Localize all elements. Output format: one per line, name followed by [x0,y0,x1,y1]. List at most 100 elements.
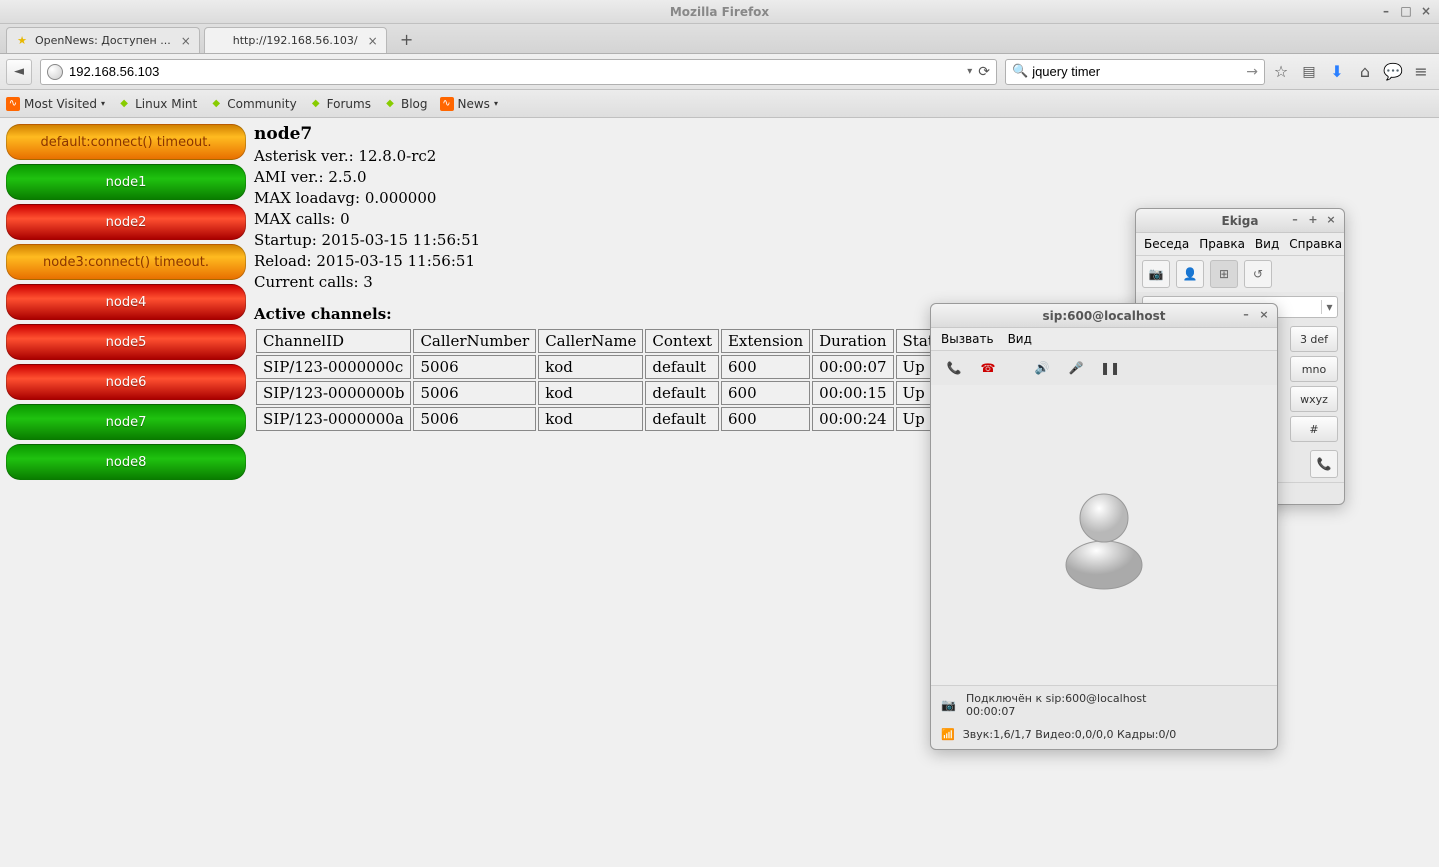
call-duration: 00:00:07 [966,705,1147,718]
info-line: AMI ver.: 2.5.0 [254,167,952,188]
tab-bar: ★ OpenNews: Доступен ... × http://192.16… [0,24,1439,54]
downloads-icon[interactable]: ⬇ [1325,60,1349,84]
star-icon: ★ [15,34,29,48]
node-button-1[interactable]: node1 [6,164,246,200]
window-title: Mozilla Firefox [670,5,769,19]
chat-icon[interactable]: 💬 [1381,60,1405,84]
bookmark-blog[interactable]: ◆ Blog [383,97,428,111]
table-cell: default [645,407,719,431]
search-bar[interactable]: 🔍 → [1005,59,1265,85]
history-icon[interactable]: ↺ [1244,260,1272,288]
new-tab-button[interactable]: + [395,27,419,51]
bookmark-forums[interactable]: ◆ Forums [309,97,371,111]
info-line: Startup: 2015-03-15 11:56:51 [254,230,952,251]
table-row: SIP/123-0000000c5006koddefault60000:00:0… [256,355,950,379]
avatar-icon [1054,480,1154,590]
node-button-7[interactable]: node7 [6,404,246,440]
menu-call[interactable]: Вызвать [941,332,994,346]
node-button-0[interactable]: default:connect() timeout. [6,124,246,160]
node-button-4[interactable]: node4 [6,284,246,320]
webcam-icon[interactable]: 📷 [1142,260,1170,288]
key-9[interactable]: wxyz [1290,386,1338,412]
table-row: SIP/123-0000000b5006koddefault60000:00:1… [256,381,950,405]
table-cell: kod [538,407,643,431]
key-6[interactable]: mno [1290,356,1338,382]
bookmark-news[interactable]: ∿ News ▾ [440,97,498,111]
url-bar[interactable]: ▾ ⟳ [40,59,997,85]
browser-tab-0[interactable]: ★ OpenNews: Доступен ... × [6,27,200,53]
dialpad-icon[interactable]: ⊞ [1210,260,1238,288]
call-toolbar: 📞 ☎ 🔊 🎤 ❚❚ [931,351,1277,385]
chevron-down-icon[interactable]: ▾ [1321,300,1337,314]
bookmarks-list-icon[interactable]: ▤ [1297,60,1321,84]
menu-view[interactable]: Вид [1255,237,1279,251]
ekiga-titlebar[interactable]: Ekiga – + × [1136,209,1344,233]
info-line: Current calls: 3 [254,272,952,293]
minimize-button[interactable]: – [1239,308,1253,322]
close-button[interactable]: × [1419,4,1433,18]
search-icon: 🔍 [1012,64,1028,79]
table-cell: default [645,381,719,405]
mic-icon[interactable]: 🎤 [1063,357,1089,379]
search-go-icon[interactable]: → [1246,64,1258,80]
table-cell: 00:00:07 [812,355,893,379]
node-info: node7 Asterisk ver.: 12.8.0-rc2AMI ver.:… [254,124,952,861]
ekiga-call-window[interactable]: sip:600@localhost – × Вызвать Вид 📞 ☎ 🔊 … [930,303,1278,750]
table-header: Extension [721,329,810,353]
key-3[interactable]: 3 def [1290,326,1338,352]
node-button-2[interactable]: node2 [6,204,246,240]
menu-chat[interactable]: Беседа [1144,237,1189,251]
bookmark-star-icon[interactable]: ☆ [1269,60,1293,84]
call-titlebar[interactable]: sip:600@localhost – × [931,304,1277,328]
maximize-button[interactable]: □ [1399,4,1413,18]
bookmark-community[interactable]: ◆ Community [209,97,296,111]
close-button[interactable]: × [1324,213,1338,227]
table-header: CallerNumber [413,329,536,353]
back-button[interactable]: ◄ [6,59,32,85]
node-button-3[interactable]: node3:connect() timeout. [6,244,246,280]
node-list: default:connect() timeout. node1 node2 node… [6,124,246,861]
nav-bar: ◄ ▾ ⟳ 🔍 → ☆ ▤ ⬇ ⌂ 💬 ≡ [0,54,1439,90]
call-button[interactable]: 📞 [1310,450,1338,478]
home-icon[interactable]: ⌂ [1353,60,1377,84]
bookmark-linux-mint[interactable]: ◆ Linux Mint [117,97,197,111]
hangup-icon[interactable]: ☎ [975,357,1001,379]
node-button-5[interactable]: node5 [6,324,246,360]
table-header: Context [645,329,719,353]
key-hash[interactable]: # [1290,416,1338,442]
browser-tab-1[interactable]: http://192.168.56.103/ × [204,27,387,53]
tab-close-icon[interactable]: × [179,34,193,48]
bookmark-most-visited[interactable]: ∿ Most Visited ▾ [6,97,105,111]
node-button-8[interactable]: node8 [6,444,246,480]
info-line: Asterisk ver.: 12.8.0-rc2 [254,146,952,167]
menu-edit[interactable]: Правка [1199,237,1245,251]
node-title: node7 [254,124,952,144]
url-dropdown-icon[interactable]: ▾ [961,66,978,77]
speaker-icon[interactable]: 🔊 [1029,357,1055,379]
menu-help[interactable]: Справка [1289,237,1342,251]
tab-close-icon[interactable]: × [366,34,380,48]
mint-icon: ◆ [383,97,397,111]
tab-label: OpenNews: Доступен ... [35,34,171,47]
pickup-icon[interactable]: 📞 [941,357,967,379]
minimize-button[interactable]: – [1288,213,1302,227]
info-line: MAX loadavg: 0.000000 [254,188,952,209]
table-cell: SIP/123-0000000c [256,355,411,379]
reload-icon[interactable]: ⟳ [978,64,990,80]
close-button[interactable]: × [1257,308,1271,322]
mint-icon: ◆ [309,97,323,111]
pause-icon[interactable]: ❚❚ [1097,357,1123,379]
url-input[interactable] [69,64,961,79]
channels-heading: Active channels: [254,305,952,323]
table-cell: default [645,355,719,379]
maximize-button[interactable]: + [1306,213,1320,227]
search-input[interactable] [1032,64,1246,79]
menu-view[interactable]: Вид [1008,332,1032,346]
minimize-button[interactable]: – [1379,4,1393,18]
menu-icon[interactable]: ≡ [1409,60,1433,84]
signal-icon: 📶 [941,728,955,741]
globe-icon [47,64,63,80]
chevron-down-icon: ▾ [101,99,105,108]
node-button-6[interactable]: node6 [6,364,246,400]
contact-icon[interactable]: 👤 [1176,260,1204,288]
